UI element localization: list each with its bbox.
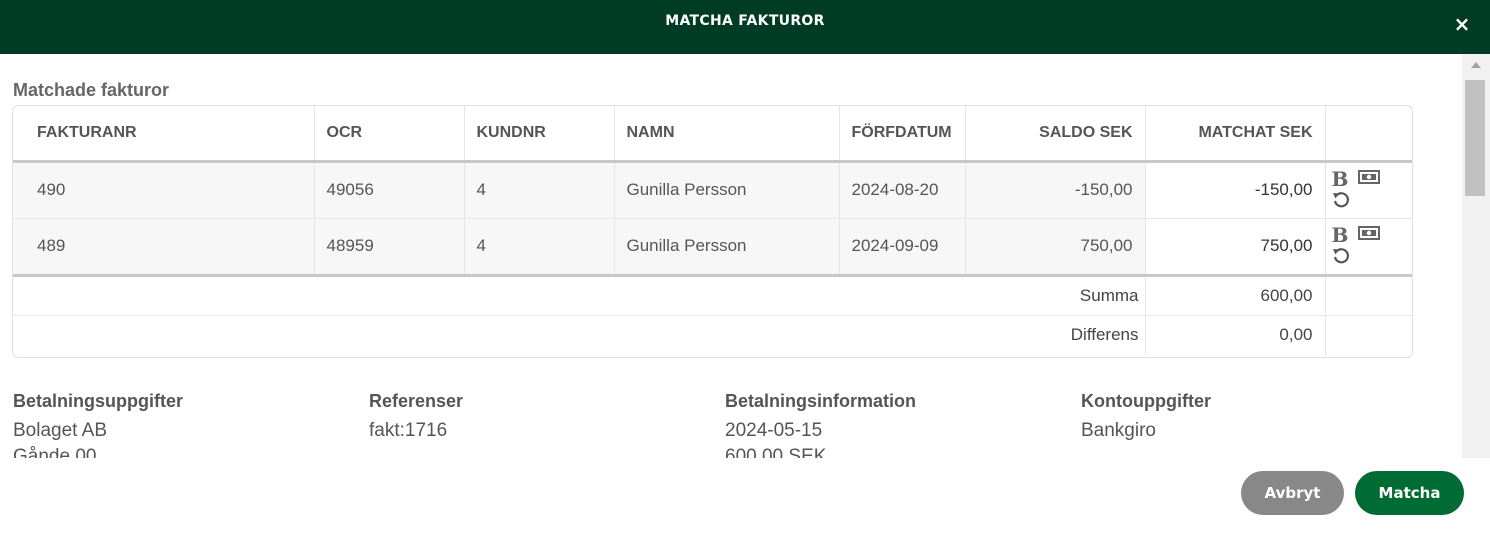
cell-fakturanr: 489: [13, 218, 315, 277]
kontouppgifter-title: Kontouppgifter: [1081, 391, 1211, 411]
betalningsuppgifter-section: Betalningsuppgifter Bolaget AB Gånde 00: [13, 391, 333, 458]
column-header-actions: [1325, 106, 1412, 163]
differens-row: Differens 0,00: [13, 315, 1412, 355]
betalningsinformation-title: Betalningsinformation: [725, 391, 917, 411]
cell-forfdatum: 2024-09-09: [839, 218, 966, 277]
referenser-line: fakt:1716: [369, 420, 448, 441]
vertical-scrollbar[interactable]: [1462, 54, 1490, 458]
summa-empty: [1325, 275, 1412, 316]
betalningsinformation-line: 2024-05-15: [725, 420, 823, 441]
cell-forfdatum: 2024-08-20: [839, 161, 966, 219]
referenser-section: Referenser fakt:1716: [369, 391, 689, 446]
betalningsinformation-line: 600,00 SEK: [725, 446, 827, 458]
betalningsuppgifter-line: Gånde 00: [13, 446, 97, 458]
scroll-up-arrow-icon[interactable]: [1471, 62, 1481, 68]
money-icon[interactable]: [1358, 225, 1381, 245]
column-header-fakturanr[interactable]: FAKTURANR: [13, 106, 315, 163]
differens-empty: [1325, 315, 1412, 355]
kontouppgifter-section: Kontouppgifter Bankgiro: [1081, 391, 1401, 446]
summa-row: Summa 600,00: [13, 275, 1412, 316]
match-button[interactable]: Matcha: [1355, 471, 1464, 515]
column-header-saldo[interactable]: SALDO SEK: [965, 106, 1146, 163]
column-header-forfdatum[interactable]: FÖRFDATUM: [839, 106, 966, 163]
scrollbar-thumb[interactable]: [1465, 80, 1485, 196]
cell-saldo: -150,00: [965, 161, 1146, 219]
cell-namn: Gunilla Persson: [614, 161, 840, 219]
undo-icon[interactable]: [1332, 247, 1350, 270]
table-header-row: FAKTURANR OCR KUNDNR NAMN FÖRFDATUM SALD…: [13, 106, 1412, 163]
column-header-ocr[interactable]: OCR: [314, 106, 465, 163]
dialog-header: MATCHA FAKTUROR ×: [0, 0, 1490, 54]
matched-invoices-table: FAKTURANR OCR KUNDNR NAMN FÖRFDATUM SALD…: [12, 105, 1413, 358]
undo-icon[interactable]: [1332, 191, 1350, 214]
cancel-button[interactable]: Avbryt: [1241, 471, 1344, 515]
cell-matchat-input[interactable]: 750,00: [1145, 218, 1326, 277]
cell-kundnr: 4: [464, 218, 615, 277]
row-actions: B: [1325, 161, 1412, 219]
dialog-footer: Avbryt Matcha: [0, 458, 1490, 542]
money-icon[interactable]: [1358, 169, 1381, 189]
column-header-namn[interactable]: NAMN: [614, 106, 840, 163]
bold-b-icon[interactable]: B: [1332, 167, 1350, 191]
cell-matchat-input[interactable]: -150,00: [1145, 161, 1326, 219]
cell-ocr: 48959: [314, 218, 465, 277]
bold-b-icon[interactable]: B: [1332, 223, 1350, 247]
dialog-title: MATCHA FAKTUROR: [665, 13, 825, 29]
referenser-title: Referenser: [369, 391, 464, 411]
close-icon[interactable]: ×: [1452, 14, 1472, 34]
table-row: 490 49056 4 Gunilla Persson 2024-08-20 -…: [13, 161, 1412, 219]
betalningsuppgifter-title: Betalningsuppgifter: [13, 391, 183, 411]
cell-kundnr: 4: [464, 161, 615, 219]
betalningsuppgifter-line: Bolaget AB: [13, 420, 108, 441]
differens-label: Differens: [13, 315, 1146, 355]
cell-saldo: 750,00: [965, 218, 1146, 277]
section-title-matched: Matchade fakturor: [13, 80, 170, 100]
column-header-kundnr[interactable]: KUNDNR: [464, 106, 615, 163]
dialog-content: Matchade fakturor FAKTURANR OCR KUNDNR N…: [0, 54, 1462, 458]
differens-value: 0,00: [1145, 315, 1326, 355]
table-row: 489 48959 4 Gunilla Persson 2024-09-09 7…: [13, 218, 1412, 277]
cell-namn: Gunilla Persson: [614, 218, 840, 277]
cell-ocr: 49056: [314, 161, 465, 219]
betalningsinformation-section: Betalningsinformation 2024-05-15 600,00 …: [725, 391, 1045, 458]
column-header-matchat[interactable]: MATCHAT SEK: [1145, 106, 1326, 163]
summa-label: Summa: [13, 275, 1146, 316]
summa-value: 600,00: [1145, 275, 1326, 316]
row-actions: B: [1325, 218, 1412, 277]
kontouppgifter-line: Bankgiro: [1081, 420, 1156, 441]
cell-fakturanr: 490: [13, 161, 315, 219]
